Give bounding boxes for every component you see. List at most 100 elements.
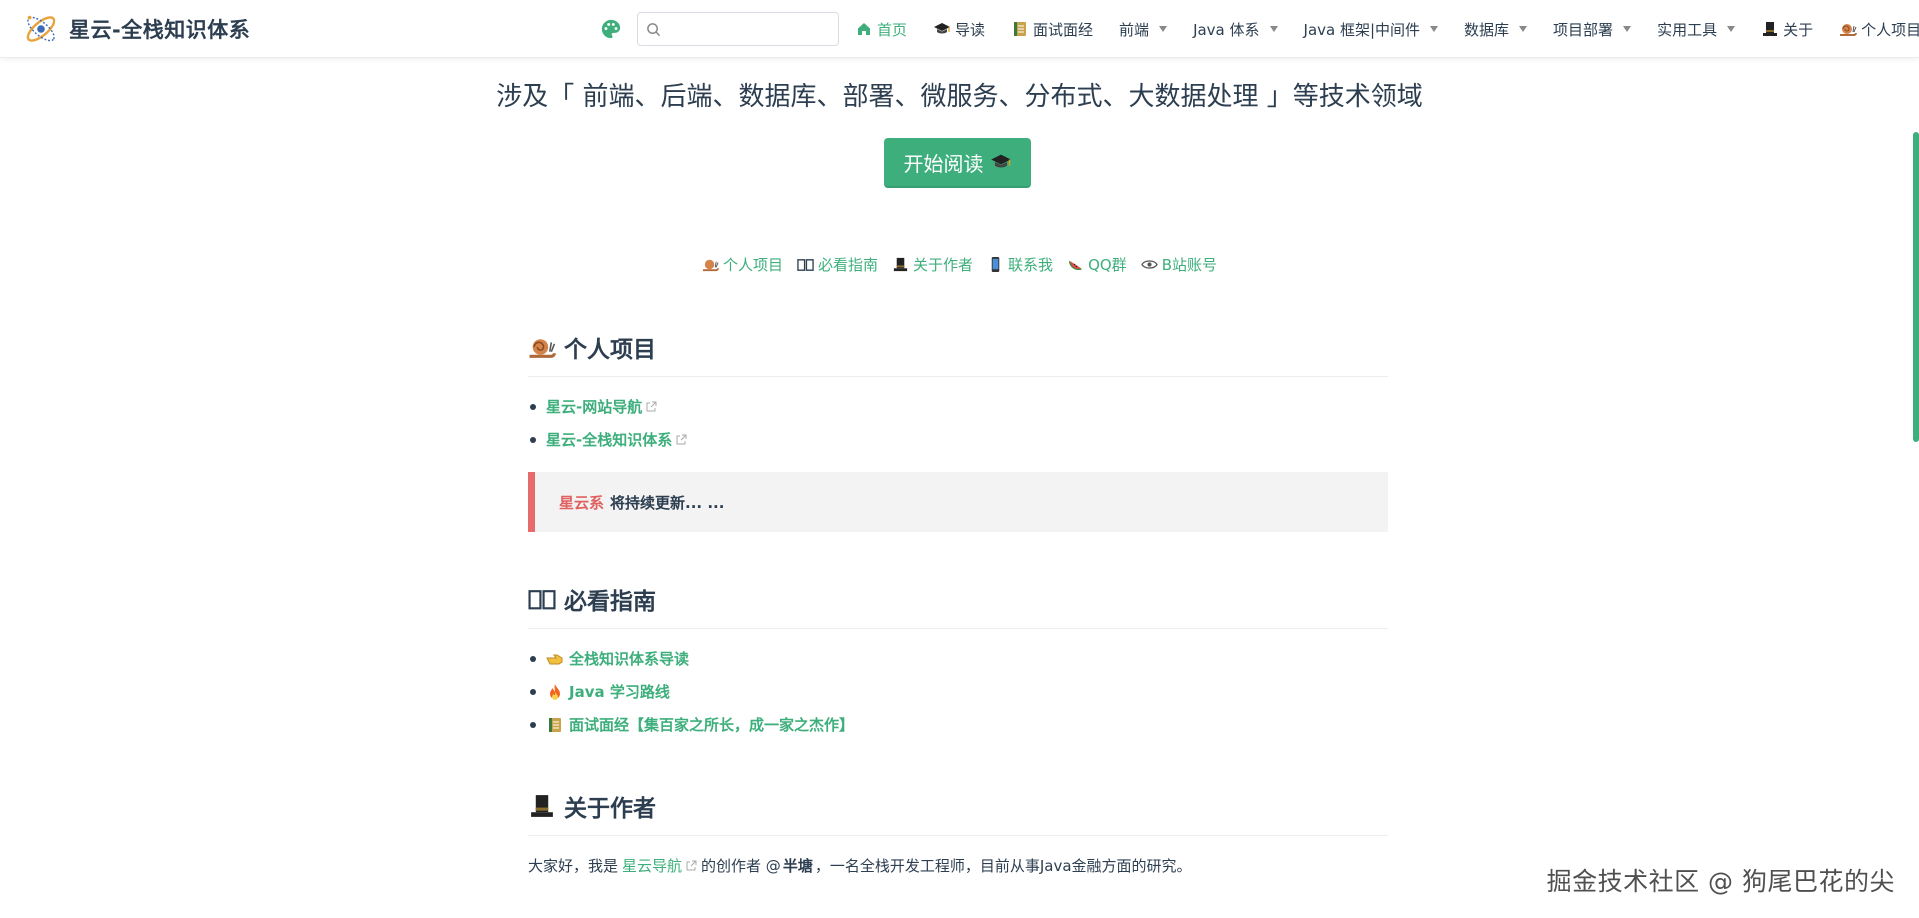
quick-link-label: 必看指南 xyxy=(818,256,879,274)
caret-down-icon xyxy=(1159,26,1168,32)
nav-label: Java 框架|中间件 xyxy=(1303,20,1421,39)
about-paragraph: 大家好，我是 星云导航 的创作者 @ 半塘 ，一名全栈开发工程师，目前从事Jav… xyxy=(528,855,1192,876)
nav-item-database[interactable]: 数据库 xyxy=(1464,19,1528,40)
quick-link-label: QQ群 xyxy=(1088,256,1127,274)
quick-link-label: B站账号 xyxy=(1161,256,1217,274)
nav-label: 前端 xyxy=(1119,20,1150,39)
mobile-phone-icon xyxy=(991,256,1000,273)
nav-item-java[interactable]: Java 体系 xyxy=(1193,19,1278,40)
quick-link-projects[interactable]: 个人项目 xyxy=(702,254,783,275)
list-item: 全栈知识体系导读 xyxy=(528,642,854,675)
list-item: 星云-网站导航 xyxy=(528,390,687,423)
quick-link-label: 个人项目 xyxy=(723,256,784,274)
nav-item-java-framework[interactable]: Java 框架|中间件 xyxy=(1304,19,1439,40)
ledger-icon xyxy=(549,717,561,732)
section-title-text: 必看指南 xyxy=(564,589,656,615)
nav-label: 关于 xyxy=(1783,20,1814,39)
nav-item-tools[interactable]: 实用工具 xyxy=(1657,19,1736,40)
quick-link-about[interactable]: 关于作者 xyxy=(892,254,973,275)
guide-link-overview[interactable]: 全栈知识体系导读 xyxy=(546,648,689,669)
author-name: 半塘 xyxy=(782,857,813,875)
nav-item-guide[interactable]: 导读 xyxy=(933,19,985,40)
ledger-icon xyxy=(1014,22,1027,36)
nav-item-interview[interactable]: 面试面经 xyxy=(1011,19,1093,40)
link-text: 星云导航 xyxy=(622,857,683,875)
section-title-text: 个人项目 xyxy=(564,337,656,363)
nav-label: 导读 xyxy=(955,20,986,39)
watermark: 掘金技术社区 @ 狗尾巴花的尖 xyxy=(1546,867,1895,896)
external-link-icon xyxy=(676,434,687,444)
external-link-icon xyxy=(646,401,657,411)
guide-link-java-roadmap[interactable]: Java 学习路线 xyxy=(546,681,670,702)
open-book-icon xyxy=(797,259,814,271)
nav-label: Java 体系 xyxy=(1193,20,1260,39)
navbar: 星云-全栈知识体系 首页 导读 面试面经 前端 Java 体系 Java 框架|… xyxy=(0,0,1919,58)
palette-icon[interactable] xyxy=(600,18,622,40)
brand[interactable]: 星云-全栈知识体系 xyxy=(22,10,250,48)
list-item: Java 学习路线 xyxy=(528,675,854,708)
nav-item-deploy[interactable]: 项目部署 xyxy=(1553,19,1632,40)
start-reading-button[interactable]: 开始阅读 xyxy=(884,138,1031,188)
quick-link-guide[interactable]: 必看指南 xyxy=(797,254,878,275)
link-text: 星云-网站导航 xyxy=(546,398,643,416)
guide-link-interview[interactable]: 面试面经【集百家之所长，成一家之杰作】 xyxy=(546,714,854,735)
nav-label: 首页 xyxy=(877,20,908,39)
hero-tagline: 涉及「 前端、后端、数据库、部署、微服务、分布式、大数据处理 」等技术领域 xyxy=(496,82,1423,112)
nav-label: 数据库 xyxy=(1464,20,1510,39)
caret-down-icon xyxy=(1269,26,1278,32)
fire-icon xyxy=(550,683,560,700)
eye-icon xyxy=(1140,260,1158,269)
external-link-icon xyxy=(686,860,697,870)
caret-down-icon xyxy=(1519,26,1528,32)
link-text: Java 学习路线 xyxy=(569,683,670,701)
caret-down-icon xyxy=(1430,26,1439,32)
callout-accent: 星云系 xyxy=(559,493,605,512)
scrollbar-thumb[interactable] xyxy=(1913,132,1919,442)
project-link-knowledge[interactable]: 星云-全栈知识体系 xyxy=(546,429,687,450)
top-hat-icon xyxy=(1763,22,1778,36)
orbit-logo-icon xyxy=(26,15,56,42)
link-text: 星云-全栈知识体系 xyxy=(546,431,673,449)
nav-links: 首页 导读 面试面经 前端 Java 体系 Java 框架|中间件 数据库 项目… xyxy=(855,0,1919,58)
about-text-mid: 的创作者 @ xyxy=(701,857,781,875)
quick-link-label: 联系我 xyxy=(1008,256,1054,274)
quick-link-bilibili[interactable]: B站账号 xyxy=(1140,254,1217,275)
search-box[interactable] xyxy=(637,12,839,46)
watermelon-icon xyxy=(1068,260,1083,271)
cta-label: 开始阅读 xyxy=(903,151,984,176)
quick-link-label: 关于作者 xyxy=(913,256,974,274)
graduation-cap-icon xyxy=(934,23,951,34)
top-hat-icon xyxy=(893,257,908,272)
nav-label: 项目部署 xyxy=(1553,20,1614,39)
nav-label: 面试面经 xyxy=(1033,20,1094,39)
link-text: 全栈知识体系导读 xyxy=(569,650,690,668)
quick-link-contact[interactable]: 联系我 xyxy=(987,254,1053,275)
guide-list: 全栈知识体系导读 Java 学习路线 面试面经【集百家之所长，成一家之杰作】 xyxy=(528,642,854,741)
search-input[interactable] xyxy=(667,21,837,37)
about-text-before: 大家好，我是 xyxy=(528,857,619,875)
about-text-after: ，一名全栈开发工程师，目前从事Java金融方面的研究。 xyxy=(814,857,1192,875)
graduation-cap-icon xyxy=(990,154,1011,168)
nav-item-about[interactable]: 关于 xyxy=(1761,19,1813,40)
nav-item-frontend[interactable]: 前端 xyxy=(1119,19,1168,40)
nav-label: 实用工具 xyxy=(1657,20,1718,39)
nav-item-home[interactable]: 首页 xyxy=(855,19,907,40)
section-title-projects: 个人项目 xyxy=(528,330,1388,377)
quick-links: 个人项目 必看指南 关于作者 联系我 QQ群 B站账号 xyxy=(0,254,1919,275)
brand-title: 星云-全栈知识体系 xyxy=(69,18,251,42)
list-item: 面试面经【集百家之所长，成一家之杰作】 xyxy=(528,708,854,741)
section-title-about: 关于作者 xyxy=(528,789,1388,836)
projects-list: 星云-网站导航 星云-全栈知识体系 xyxy=(528,390,687,456)
nav-item-projects[interactable]: 个人项目 xyxy=(1839,19,1919,40)
about-link-nav[interactable]: 星云导航 xyxy=(622,855,697,876)
snail-icon xyxy=(702,259,719,272)
top-hat-icon xyxy=(531,795,553,817)
callout-text: 将持续更新... ... xyxy=(610,493,725,512)
update-callout: 星云系 将持续更新... ... xyxy=(528,472,1388,532)
search-icon xyxy=(647,22,661,36)
quick-link-qq-group[interactable]: QQ群 xyxy=(1067,254,1127,275)
project-link-nav[interactable]: 星云-网站导航 xyxy=(546,396,657,417)
caret-down-icon xyxy=(1727,26,1736,32)
open-book-icon xyxy=(528,590,556,610)
pointing-hand-icon xyxy=(546,654,563,664)
